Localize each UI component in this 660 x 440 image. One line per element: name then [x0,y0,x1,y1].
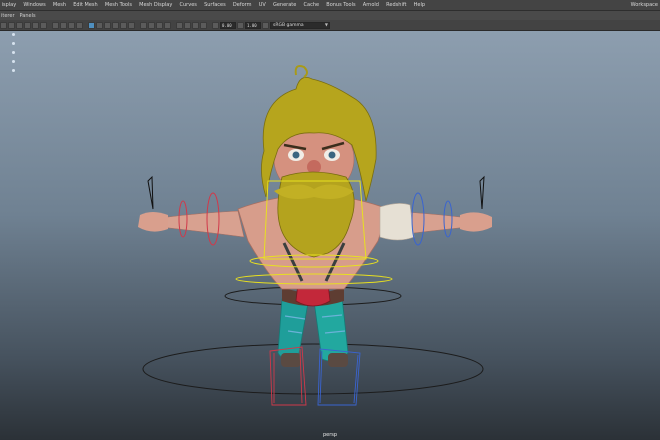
gamma-icon[interactable] [237,21,244,29]
menu-item-deform[interactable]: Deform [229,0,255,10]
smooth-shade-icon[interactable] [96,21,103,29]
film-gate-icon[interactable] [60,21,67,29]
menu-item-uv[interactable]: UV [255,0,269,10]
menu-item-cache[interactable]: Cache [300,0,323,10]
use-all-lights-icon[interactable] [120,21,127,29]
character-leg-left [277,298,309,361]
hair-curl [294,65,308,78]
menu-items: isplay Windows Mesh Edit Mesh Mesh Tools Mesh… [0,0,429,10]
character-pupil-left [292,151,300,159]
wireframe-on-shaded-icon[interactable] [104,21,111,29]
menu-item-edit-mesh[interactable]: Edit Mesh [70,0,102,10]
screen-space-ao-icon[interactable] [140,21,147,29]
character-arm-left [159,210,245,238]
menu-item-windows[interactable]: Windows [20,0,50,10]
camera-attributes-icon[interactable] [8,21,15,29]
camera-label: persp [322,432,338,438]
bookmarks-icon[interactable] [16,21,23,29]
menu-item-redshift[interactable]: Redshift [383,0,410,10]
menu-item-isplay[interactable]: isplay [0,0,20,10]
wireframe-icon[interactable] [88,21,95,29]
exposure-field[interactable]: 0.00 [220,21,236,29]
xray-joints-icon[interactable] [200,21,207,29]
main-menubar: isplay Windows Mesh Edit Mesh Mesh Tools Mesh… [0,0,660,11]
motion-blur-icon[interactable] [148,21,155,29]
character-boot-right [328,353,348,367]
resolution-gate-icon[interactable] [68,21,75,29]
character-pupil-right [328,151,336,159]
arm-bandage [379,203,415,241]
menu-item-mesh[interactable]: Mesh [49,0,69,10]
isolate-select-icon[interactable] [176,21,183,29]
grease-pencil-icon[interactable] [40,21,47,29]
pole-vector-right[interactable] [479,175,485,210]
color-management-icon[interactable] [262,21,269,29]
menu-item-surfaces[interactable]: Surfaces [200,0,229,10]
workspace-label[interactable]: Workspace [631,0,658,10]
menu-item-mesh-display[interactable]: Mesh Display [136,0,176,10]
character-hand-left [138,212,168,232]
menu-item-curves[interactable]: Curves [176,0,201,10]
pole-vector-left[interactable] [147,175,154,210]
xray-active-icon[interactable] [192,21,199,29]
view-transform-value: sRGB gamma [273,22,304,28]
gate-mask-icon[interactable] [76,21,83,29]
select-camera-icon[interactable] [0,21,7,29]
menu-item-mesh-tools[interactable]: Mesh Tools [101,0,135,10]
depth-of-field-icon[interactable] [164,21,171,29]
viewport-toolbar: 0.00 1.00 sRGB gamma ▼ [0,20,660,31]
textured-icon[interactable] [112,21,119,29]
panel-menu-renderer[interactable]: iterer [0,13,19,19]
xray-icon[interactable] [184,21,191,29]
character-hand-right [460,212,492,232]
image-plane-icon[interactable] [24,21,31,29]
grid-icon[interactable] [52,21,59,29]
menu-item-arnold[interactable]: Arnold [359,0,382,10]
menu-item-help[interactable]: Help [410,0,429,10]
shadows-icon[interactable] [128,21,135,29]
panel-menu-panels[interactable]: Panels [19,13,40,19]
character-boot-left [281,353,301,367]
anti-aliasing-icon[interactable] [156,21,163,29]
exposure-icon[interactable] [212,21,219,29]
view-transform-dropdown[interactable]: sRGB gamma ▼ [270,21,330,29]
3d-viewport[interactable]: persp [0,31,660,440]
root-controller[interactable] [142,343,484,395]
2d-pan-zoom-icon[interactable] [32,21,39,29]
chevron-down-icon: ▼ [324,22,328,27]
menu-item-generate[interactable]: Generate [269,0,300,10]
menu-item-bonus-tools[interactable]: Bonus Tools [323,0,360,10]
scene-render [138,65,492,406]
gamma-field[interactable]: 1.00 [245,21,261,29]
